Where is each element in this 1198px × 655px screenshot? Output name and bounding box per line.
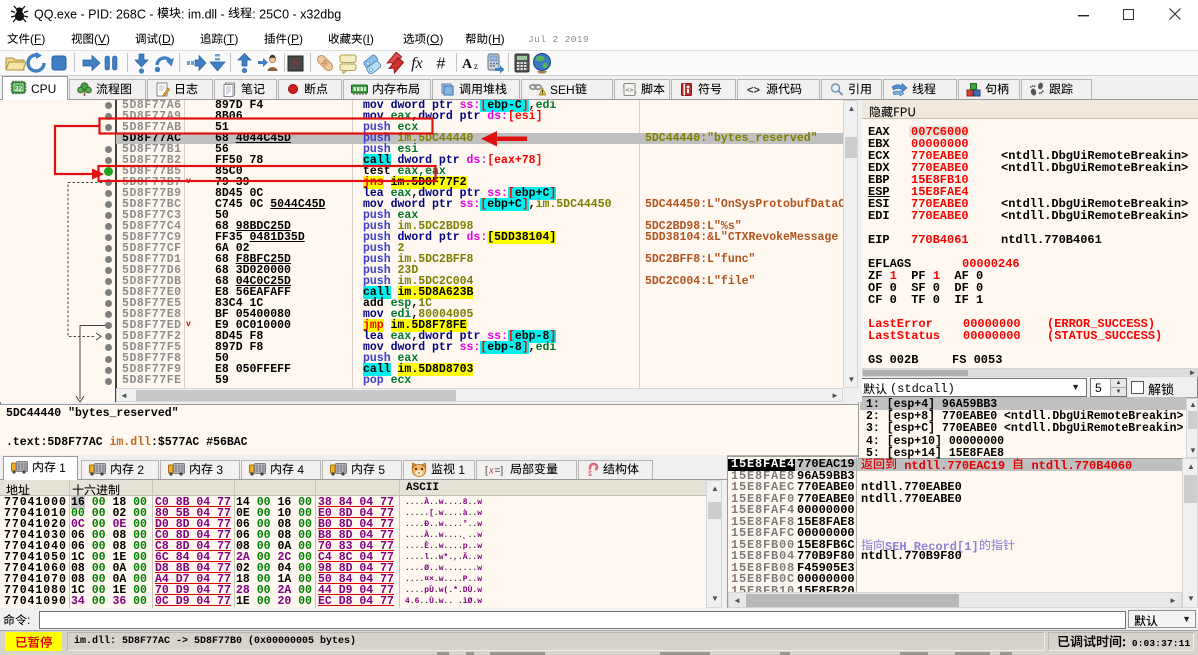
svg-text:A: A — [462, 57, 473, 72]
svg-text:#: # — [437, 56, 446, 73]
svg-text:<>: <> — [747, 84, 760, 96]
svg-text:S: S — [292, 57, 299, 71]
svg-text:32: 32 — [15, 86, 23, 93]
svg-text:<>: <> — [625, 87, 633, 94]
svg-text:fx: fx — [411, 55, 423, 72]
svg-text:z: z — [474, 61, 478, 71]
